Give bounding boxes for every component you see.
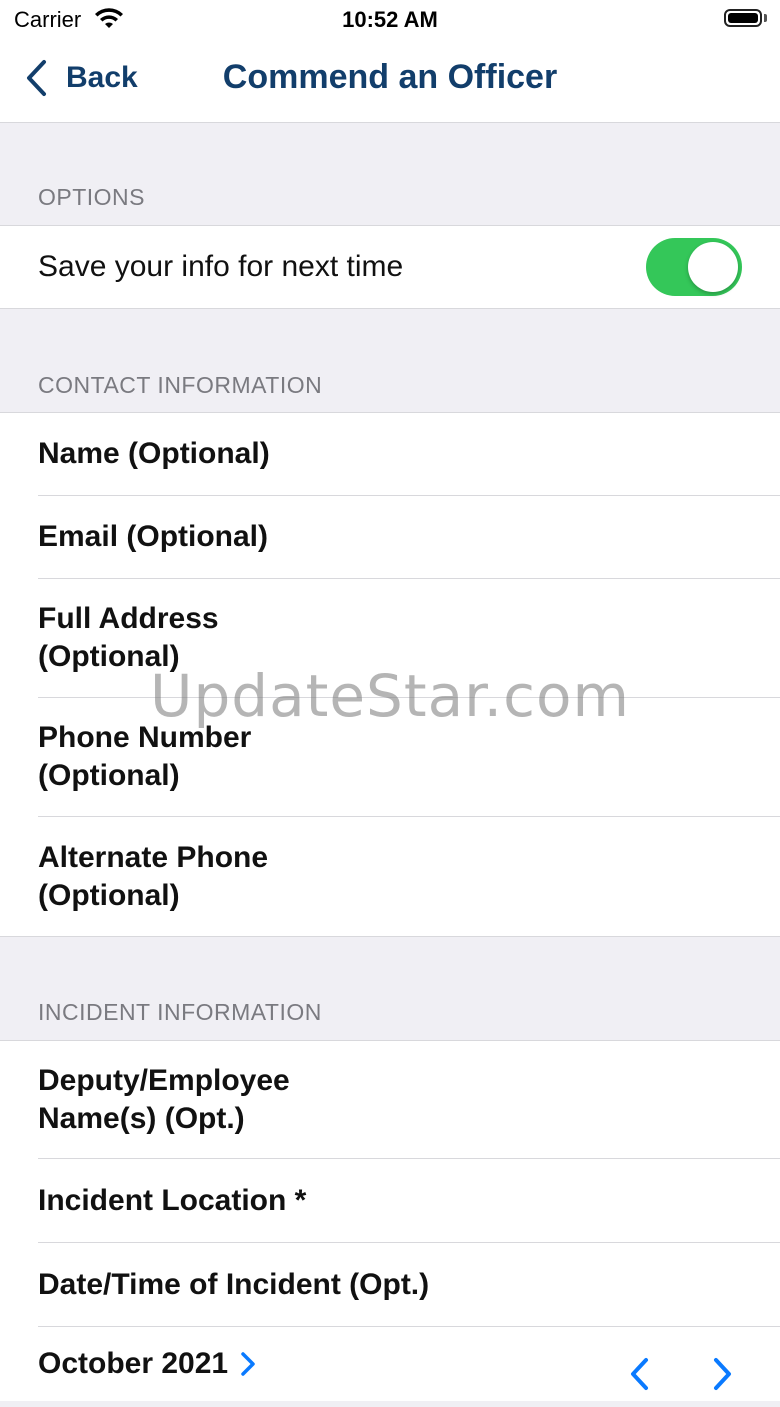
alternate-phone-label-line2: (Optional) — [38, 878, 180, 912]
next-month-icon[interactable] — [712, 1357, 734, 1391]
alternate-phone-label-line1: Alternate Phone — [38, 840, 269, 874]
deputy-name-field[interactable]: Deputy/Employee Name(s) (Opt.) — [38, 1041, 780, 1159]
month-label: October 2021 — [38, 1347, 229, 1380]
deputy-label-line2: Name(s) (Opt.) — [38, 1101, 245, 1135]
section-header-incident: INCIDENT INFORMATION — [38, 999, 322, 1025]
save-info-label: Save your info for next time — [38, 250, 404, 283]
deputy-name-field-label: Deputy/Employee Name(s) (Opt.) — [38, 1062, 290, 1138]
phone-label-line2: (Optional) — [38, 759, 180, 792]
navigation-bar: Back Commend an Officer — [0, 40, 780, 123]
battery-tip — [764, 14, 767, 22]
month-selector[interactable]: October 2021 — [38, 1347, 256, 1381]
address-label-line1: Full Address — [38, 602, 219, 635]
section-header-options: OPTIONS — [38, 184, 146, 210]
status-bar: Carrier 10:52 AM — [0, 0, 780, 40]
email-field[interactable]: Email (Optional) — [38, 496, 780, 579]
name-field-label: Name (Optional) — [38, 437, 270, 470]
incident-location-label: Incident Location * — [38, 1183, 307, 1217]
save-info-toggle[interactable] — [646, 238, 742, 296]
name-field[interactable]: Name (Optional) — [38, 413, 780, 496]
email-field-label: Email (Optional) — [38, 520, 269, 553]
deputy-label-line1: Deputy/Employee — [38, 1063, 290, 1097]
incident-datetime-label: Date/Time of Incident (Opt.) — [38, 1267, 430, 1301]
incident-group: Deputy/Employee Name(s) (Opt.) Incident … — [0, 1040, 780, 1401]
alternate-phone-field[interactable]: Alternate Phone (Optional) — [38, 817, 780, 936]
battery-icon — [724, 9, 762, 27]
phone-field-label: Phone Number (Optional) — [38, 719, 251, 795]
chevron-right-icon — [241, 1352, 255, 1376]
incident-datetime-row: Date/Time of Incident (Opt.) — [38, 1243, 780, 1327]
options-group: Save your info for next time — [0, 225, 780, 309]
incident-location-field[interactable]: Incident Location * — [38, 1159, 780, 1243]
page-title: Commend an Officer — [222, 58, 558, 96]
watermark: UpdateStar.com — [150, 662, 630, 730]
toggle-knob — [688, 242, 738, 292]
section-header-contact: CONTACT INFORMATION — [38, 372, 323, 398]
alternate-phone-field-label: Alternate Phone (Optional) — [38, 839, 268, 915]
status-time: 10:52 AM — [342, 7, 438, 32]
month-nav — [628, 1357, 734, 1391]
previous-month-icon[interactable] — [628, 1357, 650, 1391]
